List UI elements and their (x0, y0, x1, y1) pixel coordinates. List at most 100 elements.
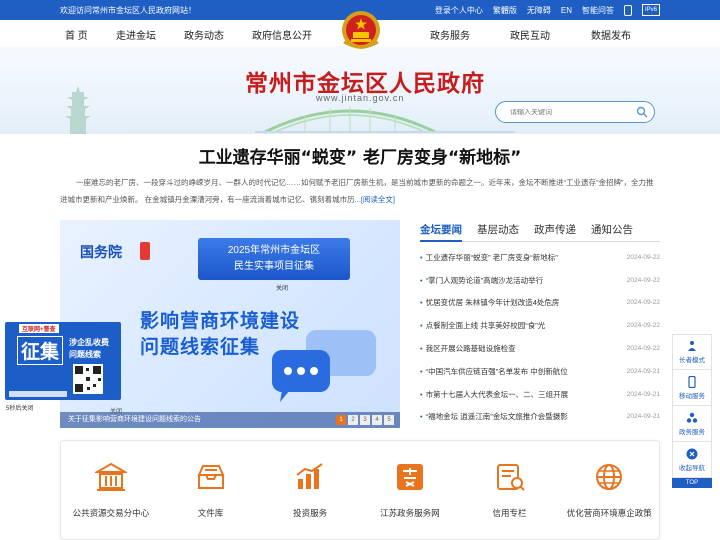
news-title[interactable]: 忧居变优居 朱林镇今年计划改造4处危房 (420, 297, 616, 308)
list-item[interactable]: 忧居变优居 朱林镇今年计划改造4处危房 2024-09-22 (420, 292, 660, 315)
news-date: 2024-09-22 (626, 322, 660, 330)
service-document-library[interactable]: 文件库 (161, 441, 261, 539)
news-tabs: 金坛要闻 基层动态 政声传递 通知公告 (420, 222, 660, 242)
chat-bubbles-illustration (272, 330, 376, 402)
right-float-label: 政务服务 (679, 428, 705, 436)
service-jiangsu-portal[interactable]: 江苏政务服务网 (360, 441, 460, 539)
gov-service-button[interactable]: 政务服务 (672, 406, 712, 442)
accessibility-link[interactable]: 无障碍 (527, 5, 551, 16)
slide-big-line2: 问题线索征集 (140, 337, 261, 358)
floating-ad-close[interactable]: 5秒后关闭 (6, 403, 33, 412)
list-item[interactable]: “福地金坛 逍遥江南”金坛文旅推介会暨摄影 2024-09-21 (420, 406, 660, 429)
ad-lines: 涉企乱收费 问题线索 (69, 337, 109, 361)
right-float-nav: 长者模式 移动服务 政务服务 收起导航 TOP (672, 334, 712, 488)
building-icon (94, 462, 127, 491)
tab-policy-voice[interactable]: 政声传递 (534, 222, 576, 241)
slide-page-4[interactable]: 4 (372, 415, 382, 425)
news-title[interactable]: “中国汽车供应链百强”名单发布 中创新航位 (420, 366, 616, 377)
ad-tag: 互联网+督查 (19, 324, 59, 333)
slide-header-box: 2025年常州市金坛区 民生实事项目征集 (198, 238, 350, 280)
news-title[interactable]: “掌门人观势论道”高端沙龙活动举行 (420, 275, 616, 286)
list-item[interactable]: 点餐制全面上线 共享美好校园“食”光 2024-09-22 (420, 314, 660, 337)
ad-big-text: 征集 (17, 336, 64, 365)
right-float-label: 收起导航 (679, 464, 705, 472)
nav-government-news[interactable]: 政务动态 (184, 27, 224, 42)
close-circle-icon (686, 448, 698, 459)
elder-icon (688, 341, 696, 351)
nav-home[interactable]: 首 页 (65, 27, 88, 42)
traditional-chinese-link[interactable]: 繁體版 (493, 5, 517, 16)
list-item[interactable]: “中国汽车供应链百强”名单发布 中创新航位 2024-09-21 (420, 360, 660, 383)
credit-icon (496, 464, 525, 491)
floating-ad[interactable]: 互联网+督查 征集 涉企乱收费 问题线索 (5, 322, 121, 400)
pagoda-illustration (65, 86, 91, 134)
news-date: 2024-09-21 (626, 413, 660, 421)
news-date: 2024-09-21 (626, 367, 660, 375)
slide-header-line2: 民生实事项目征集 (234, 261, 314, 272)
chart-icon (296, 463, 323, 489)
slide-page-2[interactable]: 2 (348, 415, 358, 425)
tab-notices[interactable]: 通知公告 (591, 222, 633, 241)
slide-pagination: 1 2 3 4 5 (336, 415, 394, 425)
news-title[interactable]: 市第十七届人大代表金坛一、二、三组开展 (420, 389, 616, 400)
qr-code-icon (73, 364, 103, 394)
service-label: 文件库 (197, 508, 224, 518)
search-box (495, 101, 655, 123)
search-input[interactable] (510, 108, 620, 116)
phone-icon (688, 375, 696, 388)
ad-line1: 涉企乱收费 (69, 338, 109, 347)
tab-jintan-news[interactable]: 金坛要闻 (420, 222, 462, 242)
english-link[interactable]: EN (561, 6, 572, 15)
list-item[interactable]: 市第十七届人大代表金坛一、二、三组开展 2024-09-21 (420, 383, 660, 406)
news-title[interactable]: 点餐制全面上线 共享美好校园“食”光 (420, 320, 616, 331)
service-label: 公共资源交易分中心 (72, 508, 150, 518)
login-link[interactable]: 登录个人中心 (435, 5, 483, 16)
right-float-label: 长者模式 (679, 357, 705, 364)
service-cards: 公共资源交易分中心 文件库 投资服务 江苏政务服务网 信用专栏 优化营商环境惠企… (60, 440, 660, 540)
service-investment[interactable]: 投资服务 (260, 441, 360, 539)
list-item[interactable]: 我区开展公路基础设施检查 2024-09-22 (420, 337, 660, 360)
nav-about-jintan[interactable]: 走进金坛 (116, 27, 156, 42)
nav-public-interaction[interactable]: 政民互动 (510, 27, 550, 42)
ipv6-badge: IPv6 (641, 4, 660, 16)
collapse-nav-button[interactable]: 收起导航 (672, 442, 712, 478)
news-list: 工业遗存华丽“蜕变” 老厂房变身“新地标” 2024-09-22 “掌门人观势论道… (420, 246, 660, 428)
right-float-label: 移动服务 (679, 392, 705, 400)
search-icon[interactable] (636, 106, 648, 118)
site-domain: www.jintan.gov.cn (316, 93, 405, 103)
service-label: 信用专栏 (492, 508, 527, 518)
news-date: 2024-09-22 (626, 276, 660, 284)
ad-line2: 问题线索 (69, 350, 101, 359)
service-label: 优化营商环境惠企政策 (566, 508, 652, 518)
tab-grassroots[interactable]: 基层动态 (477, 222, 519, 241)
smart-qa-link[interactable]: 智能问答 (582, 5, 614, 16)
news-title[interactable]: 工业遗存华丽“蜕变” 老厂房变身“新地标” (420, 252, 616, 263)
list-item[interactable]: “掌门人观势论道”高端沙龙活动举行 2024-09-22 (420, 269, 660, 292)
popup-close-button[interactable]: 关闭 (276, 283, 288, 292)
service-business-policies[interactable]: 优化营商环境惠企政策 (559, 441, 659, 539)
nav-data-release[interactable]: 数据发布 (591, 27, 631, 42)
inbox-icon (196, 465, 225, 489)
slide-page-1[interactable]: 1 (336, 415, 346, 425)
nav-government-services[interactable]: 政务服务 (430, 27, 470, 42)
news-title[interactable]: “福地金坛 逍遥江南”金坛文旅推介会暨摄影 (420, 411, 616, 422)
slide-header-line1: 2025年常州市金坛区 (227, 245, 321, 256)
service-public-resources[interactable]: 公共资源交易分中心 (61, 441, 161, 539)
service-credit-column[interactable]: 信用专栏 (460, 441, 560, 539)
su-logo-icon (396, 464, 423, 490)
news-date: 2024-09-21 (626, 390, 660, 398)
nav-info-disclosure[interactable]: 政府信息公开 (252, 27, 312, 42)
elder-mode-button[interactable]: 长者模式 (672, 334, 712, 370)
national-emblem-icon (342, 11, 380, 49)
slide-page-3[interactable]: 3 (360, 415, 370, 425)
service-cluster-icon (686, 412, 698, 423)
read-more-link[interactable]: [阅读全文] (361, 195, 395, 204)
news-title[interactable]: 我区开展公路基础设施检查 (420, 343, 616, 354)
slide-page-5[interactable]: 5 (384, 415, 394, 425)
list-item[interactable]: 工业遗存华丽“蜕变” 老厂房变身“新地标” 2024-09-22 (420, 246, 660, 269)
ad-bottom-bar (9, 391, 67, 397)
mobile-service-button[interactable]: 移动服务 (672, 370, 712, 406)
headline-title[interactable]: 工业遗存华丽“蜕变” 老厂房变身“新地标” (0, 143, 720, 168)
mobile-icon[interactable] (623, 4, 632, 16)
back-to-top-button[interactable]: TOP (672, 478, 712, 488)
